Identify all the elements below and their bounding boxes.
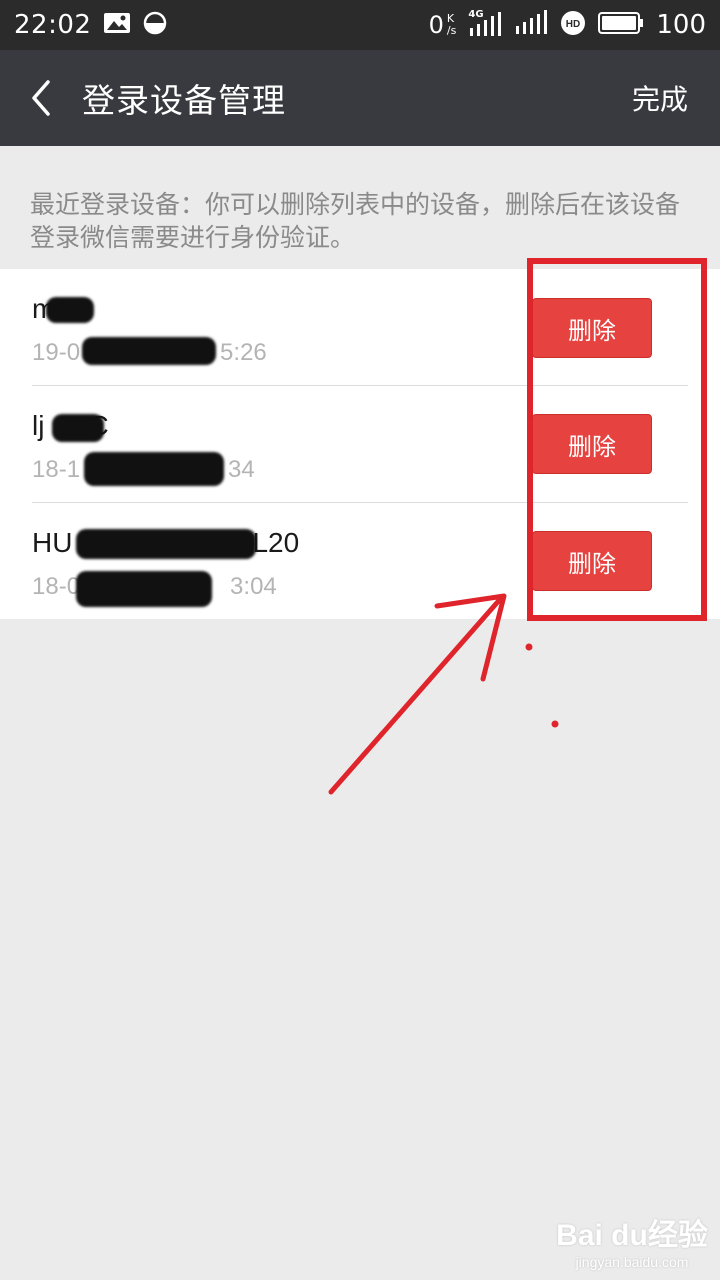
watermark-logo: Bai du经验 <box>556 1219 708 1252</box>
watermark: Bai du经验 jingyan.baidu.com <box>552 1210 712 1274</box>
annotation-arrow-icon <box>328 593 559 795</box>
watermark-url: jingyan.baidu.com <box>575 1254 689 1270</box>
